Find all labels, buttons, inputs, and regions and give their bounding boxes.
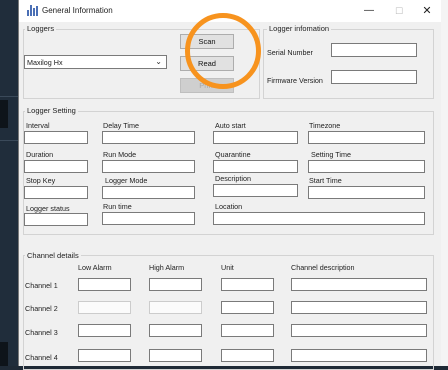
duration-label: Duration	[26, 150, 54, 159]
channel-2-unit[interactable]	[221, 301, 274, 314]
delay-time-label: Delay Time	[103, 121, 139, 130]
description-field[interactable]	[213, 184, 298, 197]
delay-time-field[interactable]	[102, 131, 195, 144]
auto-start-field[interactable]	[213, 131, 298, 144]
setting-time-label: Setting Time	[311, 150, 351, 159]
maximize-button[interactable]: ☐	[386, 3, 412, 19]
channel-2-high-alarm[interactable]	[149, 301, 202, 314]
channel-4-description[interactable]	[291, 349, 427, 362]
channel-4-low-alarm[interactable]	[78, 349, 131, 362]
channel-2-description[interactable]	[291, 301, 427, 314]
low-alarm-header: Low Alarm	[78, 263, 112, 272]
channel-2-label: Channel 2	[25, 304, 58, 313]
channel-3-low-alarm[interactable]	[78, 324, 131, 337]
timezone-label: Timezone	[309, 121, 341, 130]
channel-3-description[interactable]	[291, 324, 427, 337]
channel-3-high-alarm[interactable]	[149, 324, 202, 337]
app-icon	[27, 5, 39, 16]
desktop-background-right	[441, 0, 448, 366]
setting-time-field[interactable]	[308, 160, 425, 173]
channel-3-label: Channel 3	[25, 328, 58, 337]
general-information-window: General Information — ☐ ✕ Loggers Maxilo…	[18, 0, 441, 370]
stop-key-field[interactable]	[24, 186, 88, 199]
highlight-circle	[185, 13, 261, 89]
firmware-version-label: Firmware Version	[267, 76, 323, 85]
timezone-field[interactable]	[308, 131, 425, 144]
serial-number-field[interactable]	[331, 43, 417, 57]
logger-info-group-title: Logger infomation	[267, 24, 332, 33]
logger-status-field[interactable]	[24, 213, 88, 226]
location-label: Location	[215, 202, 243, 211]
channel-details-group-title: Channel details	[25, 251, 81, 260]
serial-number-label: Serial Number	[267, 48, 313, 57]
logger-select-value: Maxilog Hx	[27, 58, 63, 67]
location-field[interactable]	[213, 212, 425, 225]
channel-4-label: Channel 4	[25, 353, 58, 362]
interval-field[interactable]	[24, 131, 88, 144]
minimize-button[interactable]: —	[356, 3, 382, 19]
auto-start-label: Auto start	[215, 121, 246, 130]
logger-setting-group-title: Logger Setting	[25, 106, 78, 115]
quarantine-label: Quarantine	[215, 150, 251, 159]
channel-2-low-alarm[interactable]	[78, 301, 131, 314]
channel-1-high-alarm[interactable]	[149, 278, 202, 291]
firmware-version-field[interactable]	[331, 70, 417, 84]
channel-4-unit[interactable]	[221, 349, 274, 362]
logger-info-group	[263, 29, 434, 99]
logger-mode-field[interactable]	[102, 186, 195, 199]
interval-label: Interval	[26, 121, 50, 130]
start-time-label: Start Time	[309, 176, 342, 185]
channel-1-description[interactable]	[291, 278, 427, 291]
unit-header: Unit	[221, 263, 234, 272]
duration-field[interactable]	[24, 160, 88, 173]
channel-description-header: Channel description	[291, 263, 355, 272]
window-title: General Information	[42, 6, 113, 15]
loggers-group-title: Loggers	[25, 24, 57, 33]
chevron-down-icon: ⌄	[155, 57, 162, 66]
logger-mode-label: Logger Mode	[105, 176, 148, 185]
high-alarm-header: High Alarm	[149, 263, 185, 272]
desktop-background-left	[0, 0, 18, 366]
run-mode-label: Run Mode	[103, 150, 137, 159]
channel-1-unit[interactable]	[221, 278, 274, 291]
channel-4-high-alarm[interactable]	[149, 349, 202, 362]
run-time-label: Run time	[103, 202, 132, 211]
run-mode-field[interactable]	[102, 160, 195, 173]
channel-1-label: Channel 1	[25, 281, 58, 290]
run-time-field[interactable]	[102, 212, 195, 225]
close-button[interactable]: ✕	[414, 3, 440, 19]
logger-select[interactable]: Maxilog Hx ⌄	[24, 55, 167, 69]
start-time-field[interactable]	[308, 186, 425, 199]
channel-3-unit[interactable]	[221, 324, 274, 337]
stop-key-label: Stop Key	[26, 176, 56, 185]
channel-1-low-alarm[interactable]	[78, 278, 131, 291]
logger-status-label: Logger status	[26, 204, 70, 213]
quarantine-field[interactable]	[213, 160, 298, 173]
description-label: Description	[215, 174, 251, 183]
